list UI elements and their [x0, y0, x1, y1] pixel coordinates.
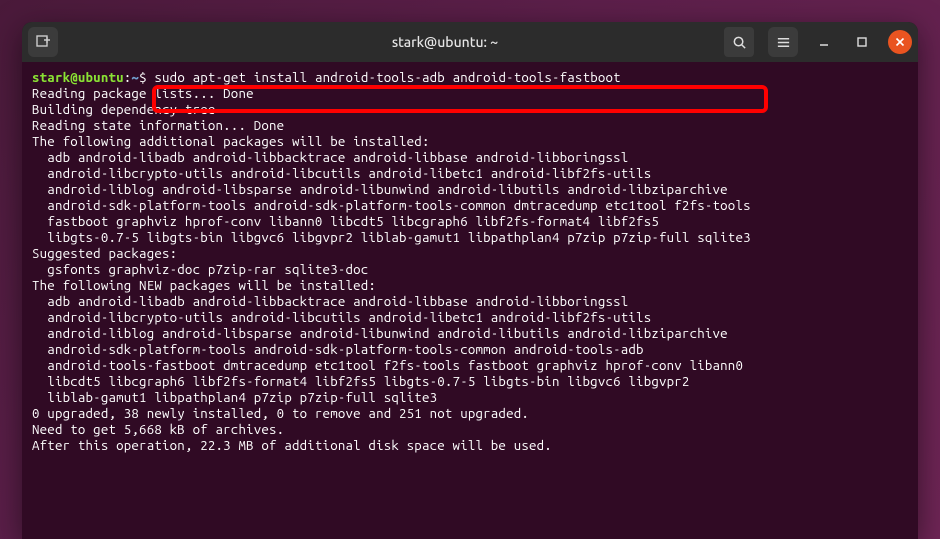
- out-line: Reading state information... Done: [32, 118, 284, 133]
- out-line: android-libcrypto-utils android-libcutil…: [32, 310, 651, 325]
- window-title: stark@ubuntu: ~: [178, 34, 712, 50]
- prompt-path: ~: [131, 70, 139, 85]
- search-button[interactable]: [724, 27, 754, 57]
- out-line: gsfonts graphviz-doc p7zip-rar sqlite3-d…: [32, 262, 368, 277]
- terminal-output[interactable]: stark@ubuntu:~$ sudo apt-get install and…: [22, 62, 918, 539]
- prompt-dollar: $: [139, 70, 147, 85]
- out-line: Building dependency tree: [32, 102, 216, 117]
- out-line: After this operation, 22.3 MB of additio…: [32, 438, 552, 453]
- prompt-userhost: stark@ubuntu: [32, 70, 124, 85]
- terminal-window: stark@ubuntu: ~ stark@ubuntu:~$ sudo apt…: [22, 22, 918, 539]
- command-text: sudo apt-get install android-tools-adb a…: [154, 70, 620, 85]
- maximize-button[interactable]: [850, 30, 874, 54]
- out-line: liblab-gamut1 libpathplan4 p7zip p7zip-f…: [32, 390, 437, 405]
- out-line: android-liblog android-libsparse android…: [32, 326, 728, 341]
- out-line: Reading package lists... Done: [32, 86, 254, 101]
- out-line: android-libcrypto-utils android-libcutil…: [32, 166, 651, 181]
- out-line: android-tools-fastboot dmtracedump etc1t…: [32, 358, 743, 373]
- minimize-button[interactable]: [812, 30, 836, 54]
- out-line: 0 upgraded, 38 newly installed, 0 to rem…: [32, 406, 529, 421]
- out-line: Suggested packages:: [32, 246, 177, 261]
- out-line: fastboot graphviz hprof-conv libann0 lib…: [32, 214, 659, 229]
- out-line: libcdt5 libcgraph6 libf2fs-format4 libf2…: [32, 374, 690, 389]
- titlebar: stark@ubuntu: ~: [22, 22, 918, 62]
- close-button[interactable]: [888, 30, 912, 54]
- out-line: android-liblog android-libsparse android…: [32, 182, 728, 197]
- out-line: The following NEW packages will be insta…: [32, 278, 376, 293]
- menu-button[interactable]: [768, 27, 798, 57]
- out-line: libgts-0.7-5 libgts-bin libgvc6 libgvpr2…: [32, 230, 751, 245]
- out-line: The following additional packages will b…: [32, 134, 430, 149]
- new-tab-button[interactable]: [28, 27, 58, 57]
- out-line: adb android-libadb android-libbacktrace …: [32, 294, 628, 309]
- out-line: android-sdk-platform-tools android-sdk-p…: [32, 342, 644, 357]
- out-line: Need to get 5,668 kB of archives.: [32, 422, 284, 437]
- out-line: android-sdk-platform-tools android-sdk-p…: [32, 198, 751, 213]
- out-line: adb android-libadb android-libbacktrace …: [32, 150, 628, 165]
